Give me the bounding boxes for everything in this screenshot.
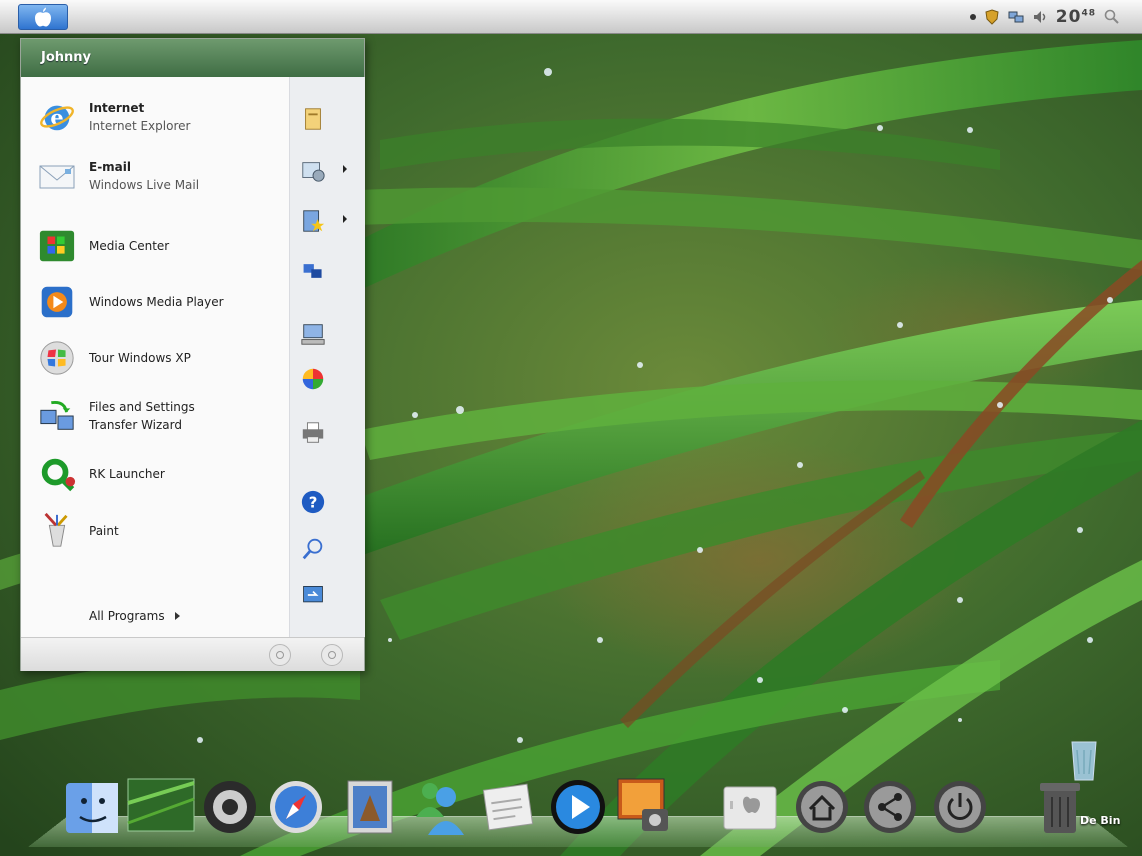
camera-icon — [204, 781, 256, 833]
apple-start-button[interactable] — [18, 4, 68, 30]
search-icon[interactable] — [299, 535, 327, 563]
printers-icon[interactable] — [299, 419, 327, 447]
arrow-right-icon — [174, 612, 180, 620]
dock-notes[interactable] — [478, 772, 538, 838]
dock-home[interactable] — [792, 772, 852, 838]
program-media-center[interactable]: Media Center — [37, 221, 283, 271]
mail-icon — [37, 156, 77, 196]
system-tray: 2048 — [969, 6, 1120, 28]
shutdown-button[interactable] — [321, 644, 343, 666]
dock-photo-slideshow[interactable] — [612, 772, 672, 838]
submenu-arrow-icon — [343, 215, 347, 223]
photo-slideshow-icon — [617, 778, 668, 831]
program-transfer-wizard[interactable]: Files and Settings Transfer Wizard — [37, 391, 283, 441]
program-internet[interactable]: e Internet Internet Explorer — [37, 92, 283, 142]
submenu-arrow-icon — [343, 165, 347, 173]
media-player-icon — [551, 780, 605, 834]
dock-mail-stamp[interactable] — [340, 772, 400, 838]
shield-icon[interactable] — [984, 9, 1000, 25]
dock-finder[interactable] — [62, 772, 122, 838]
network-icon[interactable] — [299, 257, 327, 285]
start-menu: Johnny e Internet Internet Explorer E-ma… — [20, 38, 365, 671]
help-icon[interactable]: ? — [299, 488, 327, 516]
dock-desktop-thumbnail[interactable] — [126, 772, 196, 838]
home-icon — [796, 781, 848, 833]
dock-share[interactable] — [860, 772, 920, 838]
clock-hour: 20 — [1055, 7, 1082, 27]
dock-mac-computer[interactable] — [720, 772, 780, 838]
program-subtitle: Internet Explorer — [89, 119, 191, 133]
dock-power[interactable] — [930, 772, 990, 838]
paint-icon — [37, 511, 77, 551]
transfer-wizard-icon — [37, 396, 77, 436]
clock[interactable]: 2048 — [1056, 7, 1096, 27]
control-panel-icon[interactable] — [299, 365, 327, 393]
program-tour[interactable]: Tour Windows XP — [37, 333, 283, 383]
recycle-bin-icon[interactable] — [1068, 738, 1100, 782]
mac-computer-icon — [723, 786, 777, 830]
dock-media-player[interactable] — [548, 772, 608, 838]
all-programs-label: All Programs — [89, 609, 165, 623]
rk-launcher-icon — [37, 454, 77, 494]
dock-safari[interactable] — [266, 772, 326, 838]
power-icon — [328, 651, 336, 659]
computer-icon[interactable] — [299, 320, 327, 348]
dock-messenger[interactable] — [408, 772, 468, 838]
program-rk-launcher[interactable]: RK Launcher — [37, 449, 283, 499]
top-menu-bar: 2048 — [0, 0, 1142, 34]
mail-stamp-icon — [347, 780, 393, 834]
program-title: Media Center — [89, 239, 170, 253]
all-programs-button[interactable]: All Programs — [89, 609, 180, 623]
network-icon[interactable] — [1008, 9, 1024, 25]
program-title: Files and Settings — [89, 400, 195, 414]
tour-icon — [37, 338, 77, 378]
svg-text:?: ? — [309, 494, 318, 512]
media-center-icon — [37, 226, 77, 266]
media-player-icon — [37, 282, 77, 322]
program-media-player[interactable]: Windows Media Player — [37, 277, 283, 327]
program-paint[interactable]: Paint — [37, 506, 283, 556]
program-subtitle: Windows Live Mail — [89, 178, 200, 192]
messenger-icon — [416, 783, 464, 835]
program-title: Internet — [89, 101, 145, 115]
clock-minute: 48 — [1081, 8, 1096, 19]
trash-icon — [1040, 783, 1080, 833]
tray-dot-icon — [969, 14, 976, 20]
program-email[interactable]: E-mail Windows Live Mail — [37, 151, 283, 201]
internet-explorer-icon: e — [37, 97, 77, 137]
run-icon[interactable] — [299, 581, 327, 609]
lock-icon — [276, 651, 284, 659]
dock-camera[interactable] — [200, 772, 260, 838]
user-name: Johnny — [41, 50, 92, 65]
program-title: RK Launcher — [89, 467, 165, 481]
documents-icon[interactable] — [299, 105, 327, 133]
volume-icon[interactable] — [1032, 9, 1048, 25]
safari-icon — [270, 781, 322, 833]
lock-button[interactable] — [269, 644, 291, 666]
program-title: Windows Media Player — [89, 295, 224, 309]
start-menu-header: Johnny — [21, 39, 364, 77]
start-menu-footer — [21, 637, 364, 671]
search-icon[interactable] — [1104, 9, 1120, 25]
finder-icon — [66, 783, 118, 833]
program-title: Tour Windows XP — [89, 351, 191, 365]
program-title: Paint — [89, 524, 119, 538]
pictures-icon[interactable] — [299, 157, 327, 185]
favorites-icon[interactable] — [299, 207, 327, 235]
share-icon — [864, 781, 916, 833]
power-icon — [934, 781, 986, 833]
program-subtitle: Transfer Wizard — [89, 418, 182, 432]
apple-logo-icon — [35, 7, 51, 27]
program-title: E-mail — [89, 160, 132, 174]
trash-label: De Bin — [1080, 814, 1121, 827]
notes-icon — [482, 783, 534, 831]
desktop-thumbnail-icon — [127, 778, 195, 832]
